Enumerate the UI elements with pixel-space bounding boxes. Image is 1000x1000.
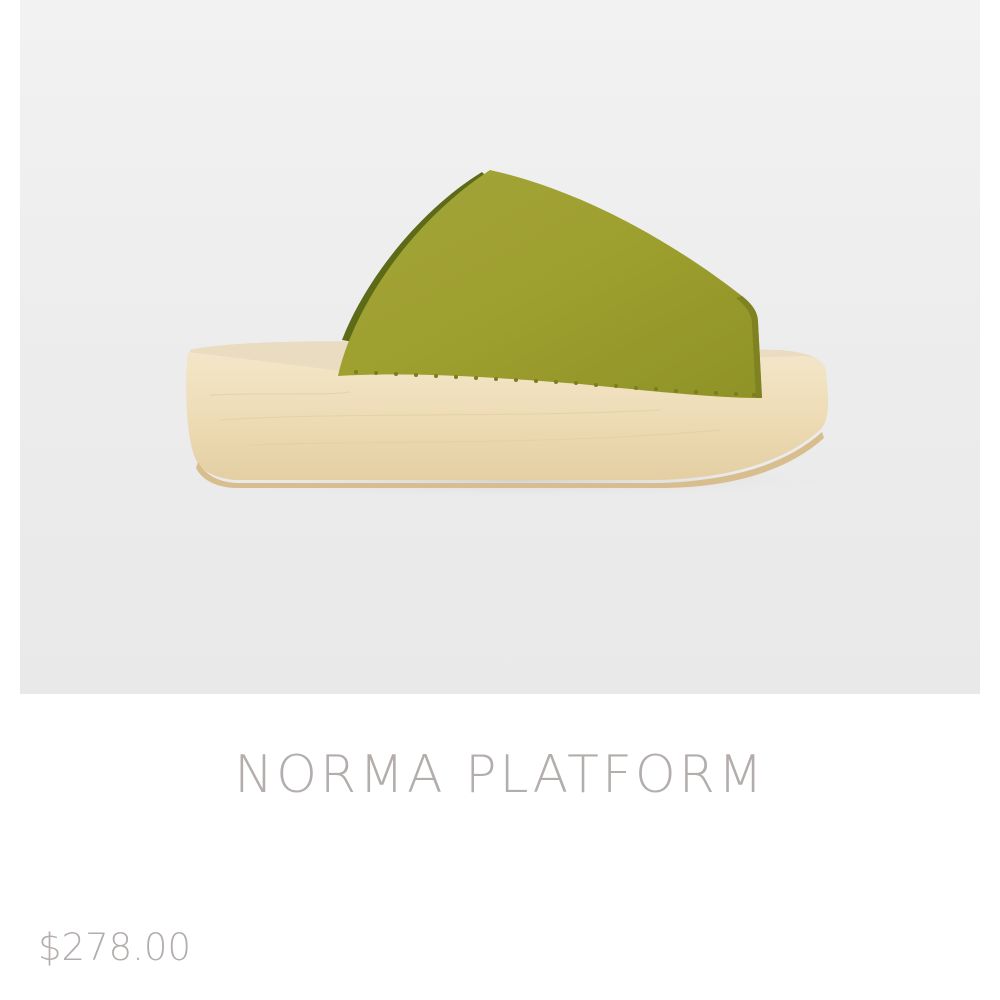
sandal-illustration [175, 170, 855, 498]
product-image[interactable] [20, 0, 980, 694]
leather-upper [338, 170, 762, 398]
product-price: $278.00 [38, 926, 192, 969]
product-title: NORMA PLATFORM [234, 745, 766, 805]
